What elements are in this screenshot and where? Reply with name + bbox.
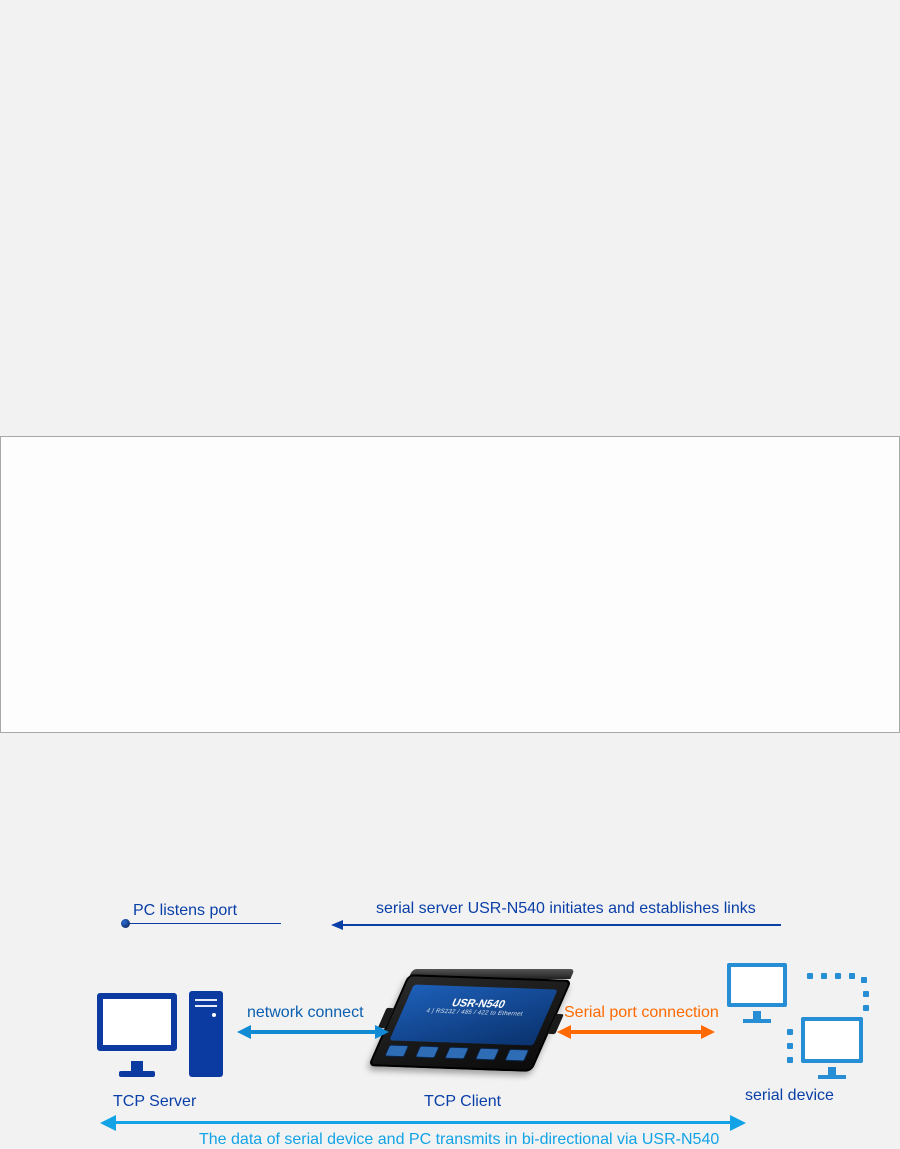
- canvas: PC listens port serial server USR-N540 i…: [0, 0, 900, 753]
- arrow-serial-port: [571, 1030, 701, 1034]
- arrow-head-right-icon: [701, 1025, 715, 1039]
- arrow-head-left-icon: [100, 1115, 116, 1131]
- diagram-panel: PC listens port serial server USR-N540 i…: [0, 436, 900, 733]
- label-network-connect: network connect: [247, 1004, 364, 1022]
- arrow-network-connect: [251, 1030, 375, 1034]
- label-tcp-client: TCP Client: [424, 1093, 501, 1111]
- arrow-head-right-icon: [375, 1025, 389, 1039]
- label-server-initiates: serial server USR-N540 initiates and est…: [376, 900, 756, 918]
- label-serial-device: serial device: [745, 1087, 834, 1105]
- arrow-head-left-icon: [557, 1025, 571, 1039]
- pc-server-icon: [97, 983, 227, 1083]
- arrow-head-right-icon: [730, 1115, 746, 1131]
- label-serial-port: Serial port connection: [564, 1004, 719, 1022]
- label-tcp-server: TCP Server: [113, 1093, 196, 1111]
- label-pc-listens: PC listens port: [133, 902, 237, 920]
- dot-icon: [121, 919, 130, 928]
- arrow-bidirectional: [116, 1121, 730, 1124]
- label-bottom-caption: The data of serial device and PC transmi…: [199, 1131, 719, 1149]
- arrow-server-initiates-head: [331, 920, 343, 930]
- usr-n540-device-icon: USR-N540 4 | RS232 / 485 / 422 to Ethern…: [368, 974, 572, 1072]
- device-subtitle-label: 4 | RS232 / 485 / 422 to Ethernet: [401, 1008, 548, 1020]
- arrow-head-left-icon: [237, 1025, 251, 1039]
- underline-pc-listens: [123, 923, 281, 924]
- serial-device-icon: [721, 963, 881, 1083]
- arrow-server-initiates-line: [341, 924, 781, 926]
